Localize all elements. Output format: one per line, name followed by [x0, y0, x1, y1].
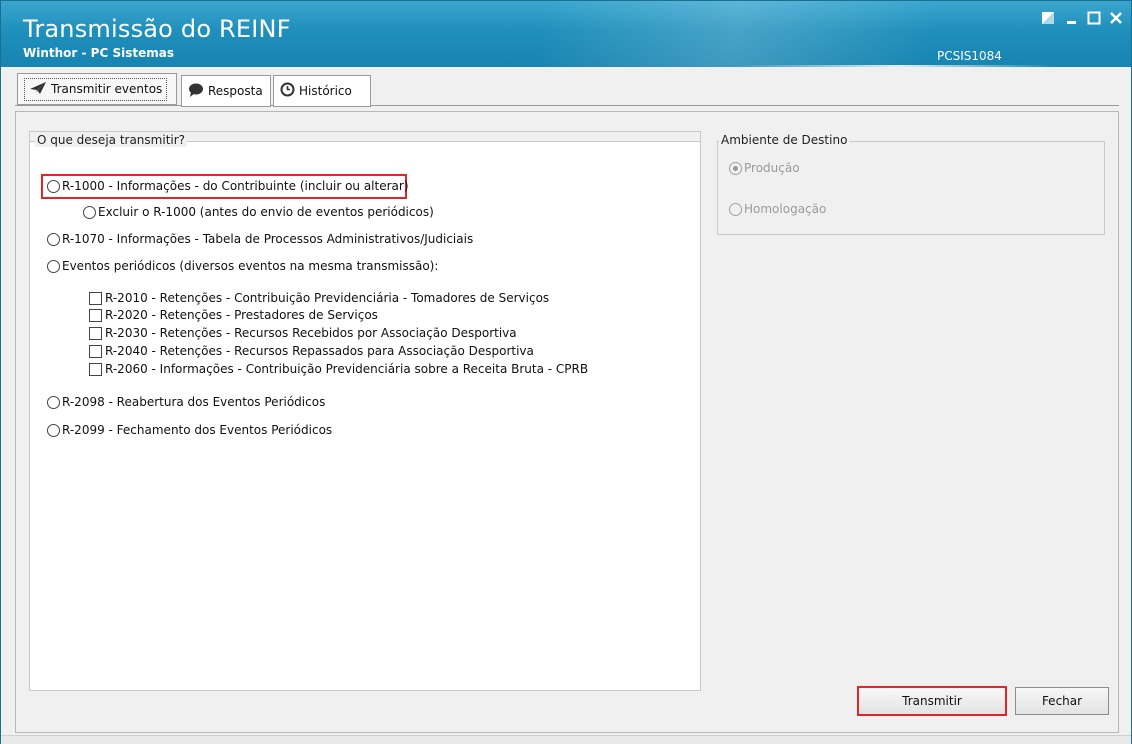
checkbox-box[interactable] [89, 362, 102, 376]
option-label: R-2099 - Fechamento dos Eventos Periódic… [62, 423, 333, 437]
checkbox-r2010[interactable]: R-2010 - Retenções - Contribuição Previd… [89, 291, 549, 305]
radio-r1070[interactable]: R-1070 - Informações - Tabela de Process… [47, 232, 473, 246]
environment-group [717, 141, 1105, 235]
transmit-group-title: O que deseja transmitir? [35, 133, 188, 147]
screen-code-underline [737, 65, 1057, 67]
tab-historico[interactable]: Histórico [273, 75, 371, 107]
minimize-icon[interactable] [1061, 7, 1083, 29]
radio-circle[interactable] [47, 423, 60, 437]
checkbox-box[interactable] [89, 326, 102, 340]
title-bar-shine [541, 1, 1101, 67]
environment-group-title: Ambiente de Destino [719, 133, 850, 147]
screen-code: PCSIS1084 [937, 49, 1002, 63]
radio-circle[interactable] [83, 205, 96, 219]
radio-circle[interactable] [47, 395, 60, 409]
checkbox-label: R-2030 - Retenções - Recursos Recebidos … [105, 326, 517, 340]
transmit-button[interactable]: Transmitir [857, 686, 1007, 716]
checkbox-r2040[interactable]: R-2040 - Retenções - Recursos Repassados… [89, 344, 534, 358]
radio-r2098[interactable]: R-2098 - Reabertura dos Eventos Periódic… [47, 395, 325, 409]
checkbox-r2060[interactable]: R-2060 - Informações - Contribuição Prev… [89, 362, 588, 376]
radio-circle[interactable] [47, 232, 60, 246]
radio-r2099[interactable]: R-2099 - Fechamento dos Eventos Periódic… [47, 423, 332, 437]
tab-label: Resposta [208, 84, 263, 98]
option-label: Homologação [744, 202, 827, 216]
transmit-group [29, 141, 701, 691]
option-label: R-2098 - Reabertura dos Eventos Periódic… [62, 395, 326, 409]
close-icon[interactable] [1105, 7, 1127, 29]
tab-label: Histórico [299, 84, 352, 98]
paper-plane-icon [29, 81, 47, 98]
radio-circle[interactable] [729, 161, 742, 175]
option-label: Excluir o R-1000 (antes do envio de even… [98, 205, 434, 219]
checkbox-label: R-2010 - Retenções - Contribuição Previd… [105, 291, 550, 305]
option-label: R-1000 - Informações - do Contribuinte (… [62, 179, 409, 193]
close-button[interactable]: Fechar [1015, 687, 1109, 715]
clock-icon [280, 82, 295, 100]
checkbox-label: R-2020 - Retenções - Prestadores de Serv… [105, 308, 378, 322]
window-bottom-edge [1, 735, 1131, 744]
window-title: Transmissão do REINF [23, 15, 291, 43]
checkbox-r2030[interactable]: R-2030 - Retenções - Recursos Recebidos … [89, 326, 517, 340]
checkbox-box[interactable] [89, 308, 102, 322]
radio-homologacao[interactable]: Homologação [729, 202, 826, 216]
radio-circle[interactable] [47, 259, 60, 273]
restore-icon[interactable] [1037, 7, 1059, 29]
radio-producao[interactable]: Produção [729, 161, 800, 175]
option-label: Eventos periódicos (diversos eventos na … [62, 259, 439, 273]
maximize-icon[interactable] [1083, 7, 1105, 29]
window-subtitle: Winthor - PC Sistemas [23, 46, 174, 60]
radio-eventos-periodicos[interactable]: Eventos periódicos (diversos eventos na … [47, 259, 438, 273]
tab-resposta[interactable]: Resposta [181, 75, 271, 107]
radio-r1000[interactable]: R-1000 - Informações - do Contribuinte (… [47, 179, 409, 193]
option-label: R-1070 - Informações - Tabela de Process… [62, 232, 474, 246]
speech-bubble-icon [188, 83, 204, 100]
title-bar[interactable]: Transmissão do REINF Winthor - PC Sistem… [1, 1, 1131, 67]
checkbox-box[interactable] [89, 291, 102, 305]
option-label: Produção [744, 161, 800, 175]
radio-circle[interactable] [729, 202, 742, 216]
tab-label: Transmitir eventos [51, 82, 163, 96]
radio-excluir-r1000[interactable]: Excluir o R-1000 (antes do envio de even… [83, 205, 434, 219]
radio-circle[interactable] [47, 179, 60, 193]
checkbox-r2020[interactable]: R-2020 - Retenções - Prestadores de Serv… [89, 308, 378, 322]
checkbox-label: R-2060 - Informações - Contribuição Prev… [105, 362, 589, 376]
checkbox-box[interactable] [89, 344, 102, 358]
app-window: Transmissão do REINF Winthor - PC Sistem… [0, 0, 1132, 744]
checkbox-label: R-2040 - Retenções - Recursos Repassados… [105, 344, 534, 358]
tab-transmitir-eventos[interactable]: Transmitir eventos [17, 73, 177, 105]
